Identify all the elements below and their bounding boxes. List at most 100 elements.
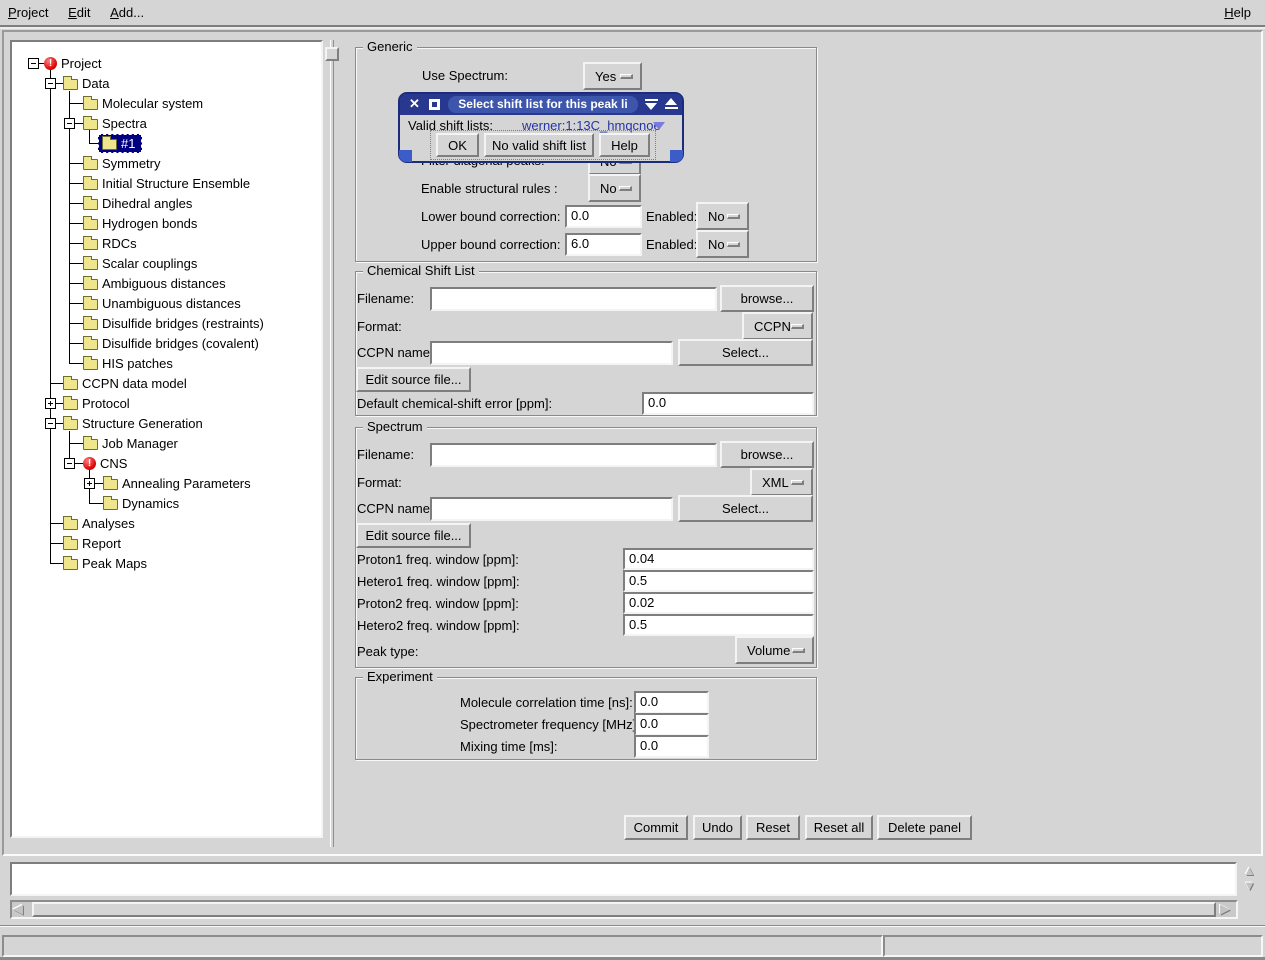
tree-item-cns[interactable]: ! CNS <box>64 453 127 473</box>
shade-icon[interactable] <box>645 99 658 110</box>
shift-edit-source-button[interactable]: Edit source file... <box>356 367 471 392</box>
shift-ccpn-name-label: CCPN name: <box>357 345 434 361</box>
tree-line <box>50 523 63 524</box>
tree-item-label: Dynamics <box>122 496 179 511</box>
pane-divider-grip[interactable] <box>325 47 339 61</box>
folder-icon <box>63 419 78 430</box>
expand-icon[interactable] <box>45 398 56 409</box>
proton1-input[interactable]: 0.04 <box>623 548 814 570</box>
tree-item-report[interactable]: Report <box>50 533 121 553</box>
shift-browse-button[interactable]: browse... <box>720 285 814 312</box>
tree-item-symmetry[interactable]: Symmetry <box>69 153 161 173</box>
shift-ccpn-name-input[interactable] <box>430 341 673 365</box>
scroll-right-icon[interactable]: ▶ <box>1220 902 1230 916</box>
upper-enabled-dropdown[interactable]: No <box>696 230 749 258</box>
hetero1-input[interactable]: 0.5 <box>623 570 814 592</box>
tree-item-project[interactable]: ! Project <box>28 53 101 73</box>
spectrum-ccpn-name-input[interactable] <box>430 497 673 521</box>
spectrum-select-button[interactable]: Select... <box>678 495 813 522</box>
tree-item-label: Disulfide bridges (restraints) <box>102 316 264 331</box>
tree-item-molecular-system[interactable]: Molecular system <box>69 93 203 113</box>
tree-item-data[interactable]: Data <box>45 73 109 93</box>
tree-item-initial-structure-ensemble[interactable]: Initial Structure Ensemble <box>69 173 250 193</box>
tree-line <box>50 383 63 384</box>
tree-item-rdcs[interactable]: RDCs <box>69 233 137 253</box>
tree-line <box>69 443 83 444</box>
reset-button[interactable]: Reset <box>746 815 800 840</box>
scroll-left-icon[interactable]: ◀ <box>13 902 23 916</box>
spectrum-format-dropdown[interactable]: XML <box>750 468 813 496</box>
spectrometer-frequency-input[interactable]: 0.0 <box>634 713 709 736</box>
ok-button[interactable]: OK <box>436 133 479 157</box>
collapse-icon[interactable] <box>45 418 56 429</box>
hetero2-input[interactable]: 0.5 <box>623 614 814 636</box>
tree-item-protocol[interactable]: Protocol <box>45 393 130 413</box>
spectrum-browse-button[interactable]: browse... <box>720 441 814 468</box>
tree-item-unambiguous-distances[interactable]: Unambiguous distances <box>69 293 241 313</box>
shift-select-button[interactable]: Select... <box>678 339 813 366</box>
eject-icon[interactable] <box>665 98 678 110</box>
folder-icon <box>83 159 98 170</box>
tree-item-ambiguous-distances[interactable]: Ambiguous distances <box>69 273 226 293</box>
tree-item-analyses[interactable]: Analyses <box>50 513 135 533</box>
pane-divider[interactable] <box>330 40 334 847</box>
tree-item-scalar-couplings[interactable]: Scalar couplings <box>69 253 197 273</box>
menu-edit[interactable]: Edit <box>60 5 98 20</box>
scroll-down-icon[interactable]: ▼ <box>1243 879 1256 893</box>
horizontal-scrollbar-thumb[interactable] <box>32 902 1216 917</box>
menu-add[interactable]: Add... <box>102 5 152 20</box>
tree-line <box>69 243 83 244</box>
collapse-icon[interactable] <box>45 78 56 89</box>
tree-item-spectra[interactable]: Spectra <box>64 113 147 133</box>
mixing-time-input[interactable]: 0.0 <box>634 735 709 758</box>
tree-item-spectrum-1[interactable]: #1 <box>89 133 142 153</box>
shift-filename-input[interactable] <box>430 287 717 311</box>
close-icon[interactable]: ✕ <box>409 96 420 112</box>
spectrum-edit-source-button[interactable]: Edit source file... <box>356 523 471 548</box>
shift-format-dropdown[interactable]: CCPN <box>742 312 813 340</box>
correlation-time-input[interactable]: 0.0 <box>634 691 709 714</box>
tree-item-disulfide-covalent[interactable]: Disulfide bridges (covalent) <box>69 333 259 353</box>
dialog-help-button[interactable]: Help <box>599 133 650 157</box>
log-textarea[interactable] <box>10 862 1237 896</box>
lower-enabled-dropdown[interactable]: No <box>696 202 749 230</box>
proton2-input[interactable]: 0.02 <box>623 592 814 614</box>
spectrum-filename-input[interactable] <box>430 443 717 467</box>
tree-item-structure-generation[interactable]: Structure Generation <box>45 413 203 433</box>
tree-item-label: RDCs <box>102 236 137 251</box>
collapse-icon[interactable] <box>64 118 75 129</box>
use-spectrum-dropdown[interactable]: Yes <box>583 62 642 90</box>
tree-item-his-patches[interactable]: HIS patches <box>69 353 173 373</box>
collapse-icon[interactable] <box>28 58 39 69</box>
no-valid-shift-list-button[interactable]: No valid shift list <box>484 133 594 157</box>
lower-bound-input[interactable]: 0.0 <box>565 205 642 228</box>
tree-item-peak-maps[interactable]: Peak Maps <box>50 553 147 573</box>
scroll-up-icon[interactable]: ▲ <box>1243 864 1256 878</box>
expand-icon[interactable] <box>84 478 95 489</box>
reset-all-button[interactable]: Reset all <box>805 815 873 840</box>
shift-list-dropdown-icon[interactable] <box>653 122 665 130</box>
undo-button[interactable]: Undo <box>693 815 742 840</box>
tree-item-annealing-parameters[interactable]: Annealing Parameters <box>84 473 251 493</box>
peak-type-dropdown[interactable]: Volume <box>735 636 814 664</box>
tree-item-dynamics[interactable]: Dynamics <box>89 493 179 513</box>
error-icon: ! <box>44 57 57 70</box>
maximize-icon[interactable] <box>429 99 440 110</box>
tree-item-label: Project <box>61 56 101 71</box>
shift-error-input[interactable]: 0.0 <box>642 392 814 415</box>
collapse-icon[interactable] <box>64 458 75 469</box>
delete-panel-button[interactable]: Delete panel <box>877 815 972 840</box>
menu-project[interactable]: Project <box>0 5 56 20</box>
tree-item-disulfide-restraints[interactable]: Disulfide bridges (restraints) <box>69 313 264 333</box>
tree-item-dihedral-angles[interactable]: Dihedral angles <box>69 193 192 213</box>
tree-item-hydrogen-bonds[interactable]: Hydrogen bonds <box>69 213 197 233</box>
tree-item-ccpn-data-model[interactable]: CCPN data model <box>50 373 187 393</box>
tree-item-job-manager[interactable]: Job Manager <box>69 433 178 453</box>
menu-help[interactable]: Help <box>1216 5 1259 20</box>
selected-tree-item[interactable]: #1 <box>98 134 142 153</box>
structural-rules-dropdown[interactable]: No <box>588 174 641 202</box>
upper-bound-input[interactable]: 6.0 <box>565 233 642 256</box>
commit-button[interactable]: Commit <box>624 815 688 840</box>
spectrum-format-value: XML <box>762 475 789 490</box>
dialog-titlebar[interactable]: ✕ Select shift list for this peak li <box>400 94 682 115</box>
